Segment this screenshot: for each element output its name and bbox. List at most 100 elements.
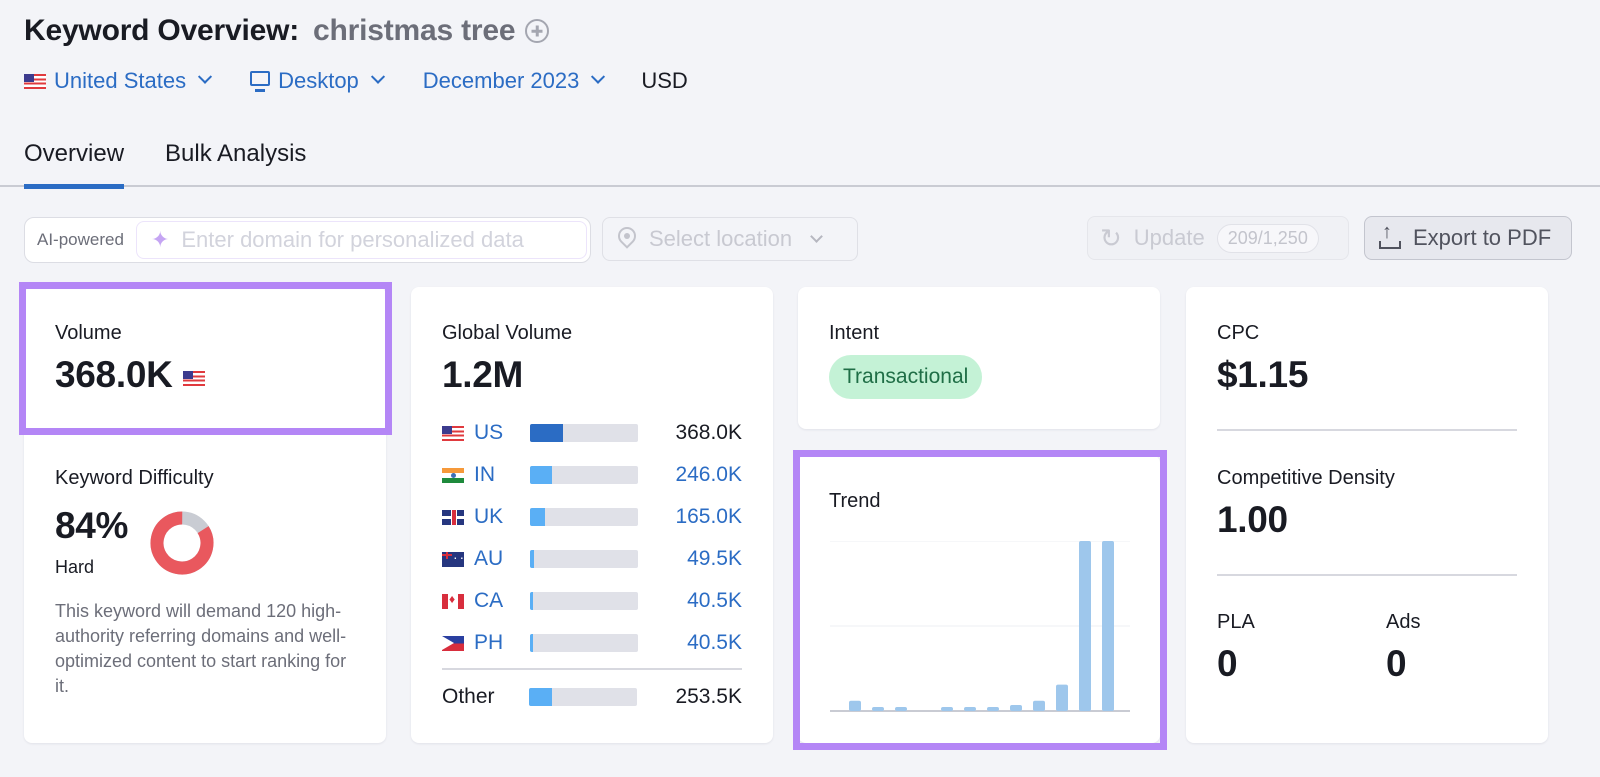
location-select[interactable]: Select location xyxy=(602,217,858,261)
volume-value: 368.0K xyxy=(55,354,173,395)
philippines-flag-icon xyxy=(442,635,464,651)
page-title: Keyword Overview: christmas tree xyxy=(24,14,550,48)
country-volume[interactable]: 165.0K xyxy=(675,505,742,529)
volume-share-fill xyxy=(530,466,552,484)
trend-bar-m3[interactable] xyxy=(895,707,907,711)
cpc-label: CPC xyxy=(1217,322,1260,344)
trend-bar-m5[interactable] xyxy=(941,707,953,711)
volume-share-fill xyxy=(530,508,546,526)
global-volume-card: Global Volume 1.2M US 368.0K IN 246.0K U… xyxy=(411,287,773,743)
country-code[interactable]: CA xyxy=(474,589,530,613)
update-count-badge: 209/1,250 xyxy=(1216,223,1319,253)
page-title-label: Keyword Overview: xyxy=(24,14,300,47)
update-button[interactable]: ↻ Update 209/1,250 xyxy=(1087,216,1349,260)
volume-share-bar xyxy=(530,508,638,526)
volume-share-bar xyxy=(530,634,638,652)
other-volume: 253.5K xyxy=(675,685,742,708)
country-code[interactable]: AU xyxy=(474,547,530,571)
cpc-card: CPC $1.15 Competitive Density 1.00 PLA 0… xyxy=(1186,287,1548,743)
location-pin-icon xyxy=(617,227,637,251)
volume-share-bar xyxy=(530,466,638,484)
country-volume[interactable]: 49.5K xyxy=(687,547,742,571)
desktop-icon xyxy=(250,71,271,86)
divider xyxy=(442,668,742,670)
country-dropdown[interactable]: United States xyxy=(24,68,213,94)
chevron-down-icon xyxy=(591,69,606,84)
country-row-in[interactable]: IN 246.0K xyxy=(442,463,742,487)
ads-label: Ads xyxy=(1386,611,1421,633)
country-volume[interactable]: 40.5K xyxy=(687,589,742,613)
upload-icon xyxy=(1379,221,1401,249)
trend-label: Trend xyxy=(829,490,881,512)
volume-share-bar xyxy=(529,688,637,706)
country-volume[interactable]: 246.0K xyxy=(675,463,742,487)
intent-label: Intent xyxy=(829,322,880,344)
date-dropdown[interactable]: December 2023 xyxy=(422,68,606,94)
trend-bar-m12[interactable] xyxy=(1102,541,1114,711)
country-code[interactable]: UK xyxy=(474,505,530,529)
trend-bar-m8[interactable] xyxy=(1010,705,1022,711)
volume-share-fill xyxy=(530,592,534,610)
volume-kd-card: Volume 368.0K Keyword Difficulty 84% Har… xyxy=(24,287,386,743)
trend-bar-m6[interactable] xyxy=(964,707,976,711)
chevron-down-icon xyxy=(370,69,385,84)
intent-badge[interactable]: Transactional xyxy=(829,355,983,399)
tab-bulk-analysis[interactable]: Bulk Analysis xyxy=(165,140,306,184)
trend-bar-m7[interactable] xyxy=(987,707,999,711)
device-dropdown[interactable]: Desktop xyxy=(250,68,385,94)
volume-share-bar xyxy=(530,550,638,568)
volume-share-fill xyxy=(530,424,564,442)
trend-bar-m11[interactable] xyxy=(1079,541,1091,711)
tab-overview[interactable]: Overview xyxy=(24,140,125,189)
country-row-other: Other 253.5K xyxy=(442,685,742,708)
trend-bar-m10[interactable] xyxy=(1056,684,1068,711)
cpc-value: $1.15 xyxy=(1217,354,1309,395)
device-label: Desktop xyxy=(278,68,359,93)
location-placeholder: Select location xyxy=(649,226,793,251)
australia-flag-icon xyxy=(442,549,464,567)
us-flag-icon xyxy=(442,425,464,441)
refresh-icon: ↻ xyxy=(1100,222,1122,253)
country-row-uk[interactable]: UK 165.0K xyxy=(442,505,742,529)
sparkle-icon: ✦ xyxy=(150,227,170,252)
intent-card: Intent Transactional xyxy=(798,287,1160,429)
plus-circle-icon[interactable] xyxy=(525,19,550,43)
domain-input-wrapper[interactable]: ✦ xyxy=(135,221,587,259)
country-row-ph[interactable]: PH 40.5K xyxy=(442,631,742,655)
pla-label: PLA xyxy=(1217,611,1255,633)
ai-domain-box: AI-powered ✦ xyxy=(24,217,591,263)
ai-powered-label: AI-powered xyxy=(37,230,124,249)
trend-bar-m2[interactable] xyxy=(872,707,884,711)
update-label: Update xyxy=(1133,225,1205,250)
canada-flag-icon xyxy=(442,592,464,609)
us-flag-icon xyxy=(24,73,46,89)
other-label: Other xyxy=(442,685,495,708)
country-code[interactable]: PH xyxy=(474,631,530,655)
country-code[interactable]: IN xyxy=(474,463,530,487)
competitive-density-label: Competitive Density xyxy=(1217,467,1395,489)
kd-label: Keyword Difficulty xyxy=(55,467,214,489)
country-row-au[interactable]: AU 49.5K xyxy=(442,547,742,571)
trend-card: Trend xyxy=(798,455,1160,743)
export-label: Export to PDF xyxy=(1413,225,1552,250)
country-row-us[interactable]: US 368.0K xyxy=(442,421,742,445)
date-label: December 2023 xyxy=(422,68,580,93)
volume-share-fill xyxy=(529,688,552,706)
ads-value: 0 xyxy=(1386,643,1407,684)
export-pdf-button[interactable]: Export to PDF xyxy=(1364,216,1572,260)
volume-share-bar xyxy=(530,424,638,442)
competitive-density-value: 1.00 xyxy=(1217,499,1288,540)
country-label: United States xyxy=(54,68,187,93)
country-volume[interactable]: 40.5K xyxy=(687,631,742,655)
trend-bar-m9[interactable] xyxy=(1033,700,1045,711)
keyword-text: christmas tree xyxy=(313,14,516,47)
toolbar: AI-powered ✦ Select location ↻ Update 20… xyxy=(24,216,1572,263)
currency-label: USD xyxy=(641,68,688,93)
trend-bar-m1[interactable] xyxy=(849,700,861,711)
global-volume-value: 1.2M xyxy=(442,354,524,395)
country-volume: 368.0K xyxy=(675,421,742,444)
domain-input[interactable] xyxy=(181,227,552,253)
country-row-ca[interactable]: CA 40.5K xyxy=(442,589,742,613)
country-code[interactable]: US xyxy=(474,421,530,445)
kd-donut-chart xyxy=(150,511,214,575)
